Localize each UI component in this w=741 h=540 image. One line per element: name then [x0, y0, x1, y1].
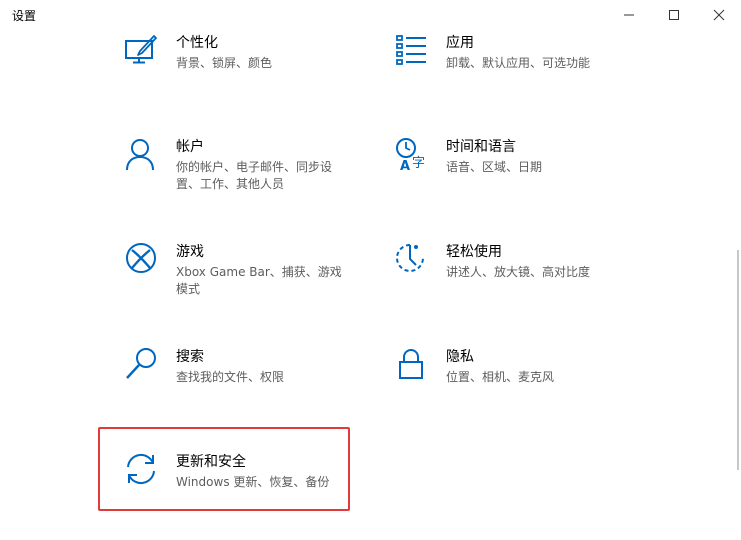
- highlight-box: [98, 427, 350, 511]
- tile-personalization[interactable]: 个性化 背景、锁屏、颜色: [124, 33, 354, 103]
- tile-privacy[interactable]: 隐私 位置、相机、麦克风: [394, 347, 624, 417]
- tile-title: 时间和语言: [446, 139, 516, 155]
- tile-title: 轻松使用: [446, 244, 502, 260]
- tile-title: 帐户: [176, 139, 204, 155]
- tile-gaming[interactable]: 游戏 Xbox Game Bar、捕获、游戏模式: [124, 242, 354, 312]
- tile-time-language[interactable]: A 字 时间和语言 语音、区域、日期: [394, 137, 624, 207]
- window-title: 设置: [12, 9, 37, 23]
- tile-title: 个性化: [176, 35, 218, 51]
- tile-description: Xbox Game Bar、捕获、游戏模式: [176, 265, 342, 296]
- time-language-icon: A 字: [396, 138, 425, 173]
- tile-title: 应用: [446, 35, 474, 51]
- tile-description: 讲述人、放大镜、高对比度: [446, 265, 591, 279]
- search-icon: [126, 348, 156, 379]
- scrollbar[interactable]: [737, 250, 739, 470]
- ease-of-access-icon: [396, 244, 424, 272]
- title-bar: 设置: [0, 0, 741, 32]
- gaming-icon: [126, 243, 156, 273]
- tile-description: 背景、锁屏、颜色: [176, 56, 273, 70]
- minimize-button[interactable]: [606, 0, 652, 30]
- apps-icon: [396, 35, 426, 65]
- maximize-icon: [669, 10, 679, 20]
- tile-search[interactable]: 搜索 查找我的文件、权限: [124, 347, 354, 417]
- tile-apps[interactable]: 应用 卸载、默认应用、可选功能: [394, 33, 624, 103]
- tile-description: 语音、区域、日期: [446, 160, 543, 174]
- maximize-button[interactable]: [651, 0, 697, 30]
- close-button[interactable]: [696, 0, 741, 30]
- svg-text:字: 字: [412, 156, 425, 171]
- tile-ease-of-access[interactable]: 轻松使用 讲述人、放大镜、高对比度: [394, 242, 624, 312]
- minimize-icon: [624, 14, 634, 16]
- svg-text:A: A: [400, 159, 410, 173]
- privacy-lock-icon: [399, 349, 423, 379]
- close-icon: [713, 9, 725, 21]
- tile-title: 搜索: [176, 349, 204, 365]
- tile-description: 卸载、默认应用、可选功能: [446, 56, 591, 70]
- accounts-icon: [126, 139, 154, 171]
- tile-description: 位置、相机、麦克风: [446, 370, 555, 384]
- tile-accounts[interactable]: 帐户 你的帐户、电子邮件、同步设置、工作、其他人员: [124, 137, 354, 207]
- personalization-icon: [125, 35, 157, 64]
- tile-title: 隐私: [446, 349, 474, 365]
- tile-description: 查找我的文件、权限: [176, 370, 285, 384]
- tile-description: 你的帐户、电子邮件、同步设置、工作、其他人员: [176, 160, 333, 191]
- tile-title: 游戏: [176, 244, 204, 260]
